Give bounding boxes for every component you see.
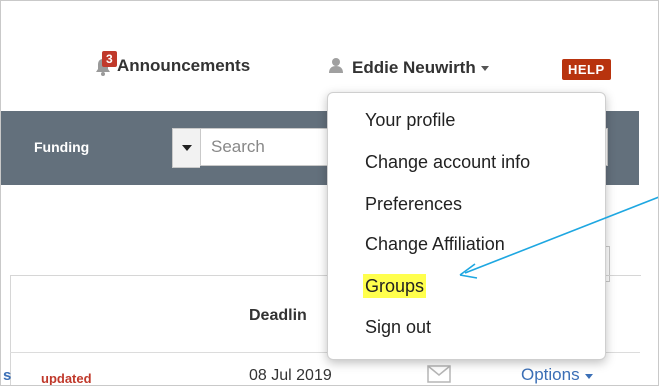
app-frame: 3 Announcements Eddie Neuwirth HELP Fund… xyxy=(0,0,659,386)
annotation-arrow-icon xyxy=(459,196,658,279)
